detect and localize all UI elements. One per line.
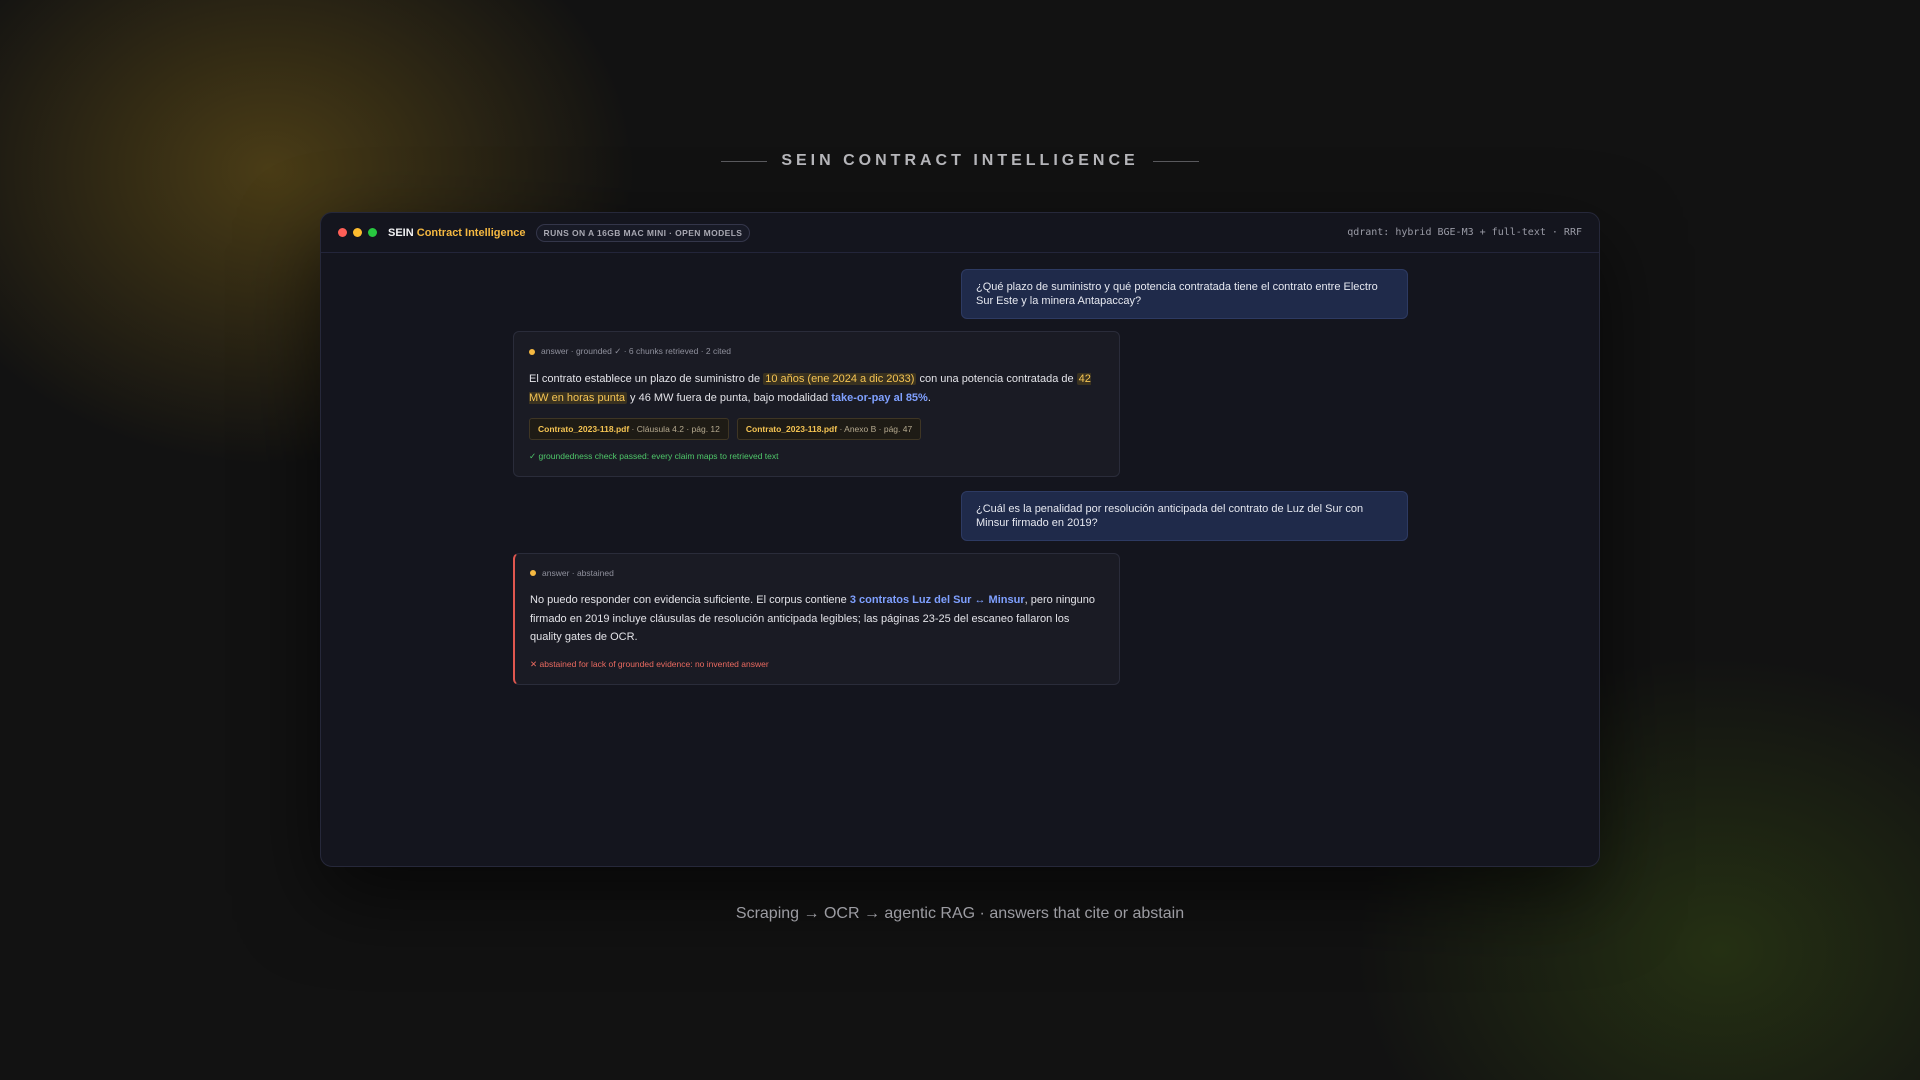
citation-file: Contrato_2023-118.pdf — [538, 424, 630, 434]
status-dot-icon — [530, 570, 536, 576]
citation-chip[interactable]: Contrato_2023-118.pdf · Cláusula 4.2 · p… — [529, 418, 729, 440]
citation-list: Contrato_2023-118.pdf · Cláusula 4.2 · p… — [529, 418, 1104, 440]
answer-text-segment: No puedo responder con evidencia suficie… — [530, 594, 850, 606]
answer-card-grounded: answer · grounded ✓ · 6 chunks retrieved… — [513, 331, 1120, 477]
titlebar: SEIN Contract Intelligence RUNS ON A 16G… — [321, 213, 1599, 253]
user-question-bubble: ¿Cuál es la penalidad por resolución ant… — [961, 491, 1408, 541]
answer-text-segment: El contrato establece un plazo de sumini… — [529, 373, 764, 385]
answer-meta: answer · abstained — [530, 568, 1104, 578]
citation-detail: · Anexo B · pág. 47 — [837, 424, 913, 434]
app-brand: SEIN Contract Intelligence — [388, 227, 526, 239]
status-dot-icon — [529, 348, 535, 355]
heading-rule-left — [721, 160, 768, 162]
highlight-link[interactable]: take-or-pay al 85% — [831, 392, 928, 404]
answer-meta: answer · grounded ✓ · 6 chunks retrieved… — [529, 346, 1104, 357]
citation-file: Contrato_2023-118.pdf — [745, 424, 838, 434]
user-question-bubble: ¿Qué plazo de suministro y qué potencia … — [961, 269, 1408, 319]
highlight-link[interactable]: 3 contratos Luz del Sur ↔ Minsur — [850, 594, 1025, 606]
citation-detail: · Cláusula 4.2 · pág. 12 — [629, 424, 720, 434]
answer-meta-text: answer · abstained — [542, 568, 614, 578]
abstain-status: ✕ abstained for lack of grounded evidenc… — [530, 658, 769, 669]
answer-text: El contrato establece un plazo de sumini… — [529, 370, 1104, 407]
minimize-window-icon[interactable] — [353, 228, 362, 237]
answer-card-abstained: answer · abstained No puedo responder co… — [513, 553, 1120, 685]
brand-accent: Contract Intelligence — [416, 226, 526, 239]
close-window-icon[interactable] — [338, 228, 347, 237]
citation-chip[interactable]: Contrato_2023-118.pdf · Anexo B · pág. 4… — [736, 418, 922, 440]
answer-meta-text: answer · grounded ✓ · 6 chunks retrieved… — [541, 346, 731, 356]
heading-rule-right — [1152, 160, 1199, 162]
pipeline-caption: Scraping → OCR → agentic RAG · answers t… — [735, 905, 1185, 922]
brand-prefix: SEIN — [388, 226, 414, 239]
groundedness-check-status: ✓ groundedness check passed: every claim… — [529, 451, 779, 461]
answer-text-segment: con una potencia contratada de — [916, 373, 1077, 385]
runtime-badge: RUNS ON A 16GB MAC MINI · OPEN MODELS — [535, 223, 751, 242]
app-window: SEIN Contract Intelligence RUNS ON A 16G… — [320, 212, 1600, 867]
retrieval-engine-label: qdrant: hybrid BGE-M3 + full-text · RRF — [1347, 227, 1582, 238]
answer-text-segment: . — [927, 391, 931, 404]
page-heading: SEIN CONTRACT INTELLIGENCE — [0, 152, 1920, 170]
answer-text: No puedo responder con evidencia suficie… — [530, 591, 1104, 647]
answer-text-segment: y 46 MW fuera de punta, bajo modalidad — [627, 391, 832, 404]
maximize-window-icon[interactable] — [368, 228, 377, 237]
highlight-term: 10 años (ene 2024 a dic 2033) — [763, 373, 917, 385]
page-title: SEIN CONTRACT INTELLIGENCE — [781, 152, 1139, 169]
